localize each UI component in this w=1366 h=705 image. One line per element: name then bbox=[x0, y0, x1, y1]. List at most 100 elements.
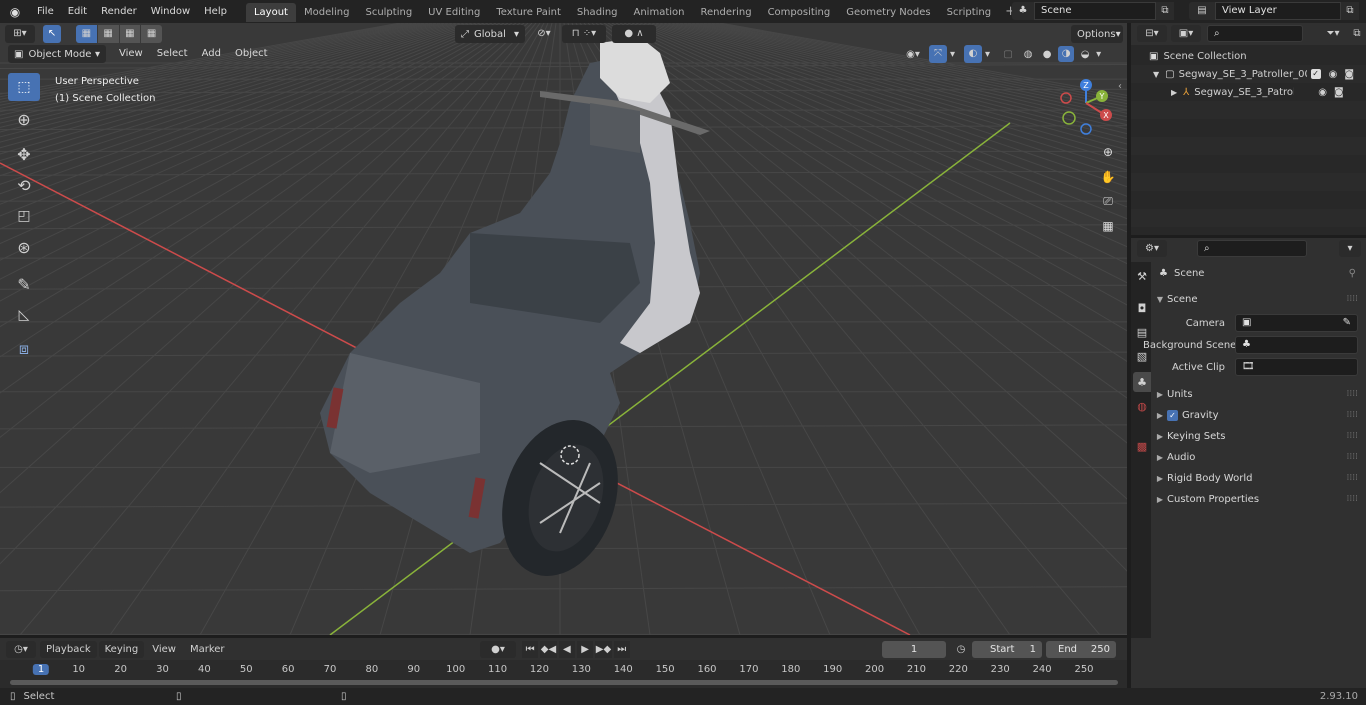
select-extend-icon[interactable]: ▦ bbox=[97, 25, 119, 43]
drag-handle-icon[interactable]: ⁞⁞⁞⁞ bbox=[1347, 294, 1358, 304]
eyedropper-icon[interactable]: ✎ bbox=[1343, 315, 1351, 331]
camera-view-icon[interactable]: ⎚ bbox=[1097, 190, 1119, 212]
zoom-icon[interactable]: ⊕ bbox=[1097, 141, 1119, 163]
subpanel-keying-sets[interactable]: ▶ Keying Sets ⁞⁞⁞⁞ bbox=[1153, 426, 1362, 446]
options-button[interactable]: Options ▾ bbox=[1071, 25, 1123, 43]
select-new-icon[interactable]: ▦ bbox=[76, 25, 97, 43]
viewport-menu-object[interactable]: Object bbox=[228, 45, 275, 63]
menu-edit[interactable]: Edit bbox=[61, 0, 94, 23]
transform-tool[interactable]: ⊛ bbox=[8, 233, 40, 261]
timeline-menu-marker[interactable]: Marker bbox=[184, 641, 231, 658]
properties-options-button[interactable]: ▾ bbox=[1339, 240, 1361, 257]
proportional-editing-icon[interactable]: ● ∧ bbox=[612, 25, 656, 43]
outliner-search-input[interactable]: ⌕ bbox=[1207, 25, 1303, 42]
eye-icon[interactable]: ◉ bbox=[1329, 69, 1338, 80]
object-mode-dropdown[interactable]: ▣ Object Mode ▾ bbox=[8, 45, 106, 63]
pin-icon[interactable]: ⚲ bbox=[1349, 268, 1356, 279]
drag-handle-icon[interactable]: ⁞⁞⁞⁞ bbox=[1347, 452, 1358, 462]
tab-compositing[interactable]: Compositing bbox=[760, 3, 839, 22]
drag-handle-icon[interactable]: ⁞⁞⁞⁞ bbox=[1347, 431, 1358, 441]
menu-help[interactable]: Help bbox=[197, 0, 234, 23]
eye-icon[interactable]: ◉ bbox=[1318, 87, 1327, 98]
jump-start-icon[interactable]: ⏮ bbox=[522, 641, 539, 658]
outliner-editor-type-button[interactable]: ⊟▾ bbox=[1137, 25, 1167, 42]
tab-animation[interactable]: Animation bbox=[626, 3, 693, 22]
tab-uv-editing[interactable]: UV Editing bbox=[420, 3, 488, 22]
tab-shading[interactable]: Shading bbox=[569, 3, 626, 22]
tab-geometry-nodes[interactable]: Geometry Nodes bbox=[838, 3, 938, 22]
subpanel-audio[interactable]: ▶ Audio ⁞⁞⁞⁞ bbox=[1153, 447, 1362, 467]
viewport-shading-group[interactable]: ◉▾ ⤧ ▾ ◐ ▾ ▢ ◍ ● ◑ ◒ ▾ bbox=[900, 45, 1122, 63]
timeline-menu-view[interactable]: View bbox=[146, 641, 182, 658]
texture-tab-icon[interactable]: ▩ bbox=[1133, 436, 1151, 456]
select-tool-icon[interactable]: ↖ bbox=[43, 25, 61, 43]
view-layer-selector[interactable]: ▤ View Layer ⧉ bbox=[1189, 2, 1359, 20]
end-frame-field[interactable]: End 250 bbox=[1046, 641, 1116, 658]
select-subtract-icon[interactable]: ▦ bbox=[119, 25, 141, 43]
menu-file[interactable]: File bbox=[30, 0, 61, 23]
chevron-down-icon[interactable]: ▾ bbox=[985, 49, 990, 60]
solid-shading-icon[interactable]: ● bbox=[1039, 49, 1055, 60]
snap-icon[interactable]: ⊓ ⁘▾ bbox=[562, 25, 606, 43]
active-clip-field[interactable]: 🎞︎ bbox=[1235, 358, 1358, 376]
3d-viewport[interactable]: ⊞▾ ↖ ▦ ▦ ▦ ▦ ⤢ Global ▾ ⊘▾ ⊓ ⁘▾ ● ∧ Option… bbox=[0, 23, 1127, 635]
material-shading-icon[interactable]: ◑ bbox=[1058, 46, 1075, 62]
annotate-tool[interactable]: ✎ bbox=[8, 270, 40, 298]
subpanel-custom-properties[interactable]: ▶ Custom Properties ⁞⁞⁞⁞ bbox=[1153, 489, 1362, 509]
expand-arrow-icon[interactable]: ▶ bbox=[1171, 88, 1177, 97]
tool-tab-icon[interactable]: ⚒ bbox=[1133, 266, 1151, 286]
rotate-tool[interactable]: ⟲ bbox=[8, 171, 40, 199]
orientation-dropdown[interactable]: ⤢ Global ▾ bbox=[455, 25, 525, 43]
scene-tab-icon[interactable]: ♣ bbox=[1133, 372, 1151, 392]
jump-end-icon[interactable]: ⏭ bbox=[613, 641, 630, 658]
chevron-down-icon[interactable]: ▾ bbox=[950, 49, 955, 60]
add-cube-tool[interactable]: ⧈ bbox=[8, 335, 40, 363]
perspective-grid-icon[interactable]: ▦ bbox=[1097, 215, 1119, 237]
play-icon[interactable]: ▶ bbox=[576, 641, 594, 658]
copy-view-layer-icon[interactable]: ⧉ bbox=[1341, 2, 1359, 20]
timeline-scrollbar[interactable] bbox=[10, 680, 1118, 685]
timeline-menu-keying[interactable]: Keying bbox=[98, 641, 145, 658]
scene-name-field[interactable]: Scene bbox=[1034, 2, 1156, 20]
view-layer-name-field[interactable]: View Layer bbox=[1215, 2, 1341, 20]
cursor-tool[interactable]: ⊕ bbox=[8, 105, 40, 133]
subpanel-rigid-body-world[interactable]: ▶ Rigid Body World ⁞⁞⁞⁞ bbox=[1153, 468, 1362, 488]
outliner-row-segway-collection[interactable]: ▼ ▢ Segway_SE_3_Patroller_001 ✓ ◉ ◙ bbox=[1131, 65, 1366, 83]
xray-icon[interactable]: ▢ bbox=[999, 49, 1017, 60]
tab-layout[interactable]: Layout bbox=[245, 3, 296, 22]
background-scene-field[interactable]: ♣ bbox=[1235, 336, 1358, 354]
tab-texture-paint[interactable]: Texture Paint bbox=[488, 3, 569, 22]
chevron-down-icon[interactable]: ▾ bbox=[1096, 49, 1101, 60]
pan-hand-icon[interactable]: ✋ bbox=[1097, 166, 1119, 188]
navigation-gizmo[interactable]: Z Y X bbox=[1056, 78, 1116, 138]
expand-arrow-icon[interactable]: ▼ bbox=[1153, 70, 1159, 79]
properties-search-input[interactable]: ⌕ bbox=[1197, 240, 1307, 257]
tab-rendering[interactable]: Rendering bbox=[692, 3, 759, 22]
scene-panel-header[interactable]: ▼ Scene ⁞⁞⁞⁞ bbox=[1153, 289, 1362, 309]
play-reverse-icon[interactable]: ◀ bbox=[558, 641, 575, 658]
gravity-checkbox-icon[interactable]: ✓ bbox=[1167, 409, 1178, 421]
drag-handle-icon[interactable]: ⁞⁞⁞⁞ bbox=[1347, 473, 1358, 483]
tab-modeling[interactable]: Modeling bbox=[296, 3, 358, 22]
drag-handle-icon[interactable]: ⁞⁞⁞⁞ bbox=[1347, 410, 1358, 420]
viewport-menu-add[interactable]: Add bbox=[195, 45, 228, 63]
scale-tool[interactable]: ◰ bbox=[8, 202, 40, 230]
stopwatch-icon[interactable]: ◷ bbox=[953, 641, 969, 658]
prev-keyframe-icon[interactable]: ◆◀ bbox=[540, 641, 557, 658]
overlays-icon[interactable]: ◐ bbox=[964, 45, 983, 63]
start-frame-field[interactable]: Start 1 bbox=[972, 641, 1042, 658]
gizmo-icon[interactable]: ⤧ bbox=[929, 45, 947, 63]
outliner-row-scene-collection[interactable]: ▣ Scene Collection bbox=[1131, 47, 1366, 65]
next-keyframe-icon[interactable]: ▶◆ bbox=[595, 641, 612, 658]
render-tab-icon[interactable]: ◘ bbox=[1133, 298, 1151, 318]
camera-icon[interactable]: ◙ bbox=[1344, 69, 1354, 80]
visibility-icon[interactable]: ◉▾ bbox=[900, 49, 926, 60]
outliner-row-segway-object[interactable]: ▶ ⅄ Segway_SE_3_Patroller_( ◉ ◙ bbox=[1131, 83, 1366, 101]
pivot-point-icon[interactable]: ⊘▾ bbox=[532, 25, 556, 43]
timeline-editor-type-button[interactable]: ◷▾ bbox=[6, 641, 36, 658]
playback-controls[interactable]: ⏮ ◆◀ ◀ ▶ ▶◆ ⏭ bbox=[522, 641, 630, 658]
display-mode-button[interactable]: ▣▾ bbox=[1171, 25, 1201, 42]
timeline-menu-playback[interactable]: Playback bbox=[40, 641, 97, 658]
world-tab-icon[interactable]: ◍ bbox=[1133, 396, 1151, 416]
wireframe-shading-icon[interactable]: ◍ bbox=[1020, 49, 1036, 60]
